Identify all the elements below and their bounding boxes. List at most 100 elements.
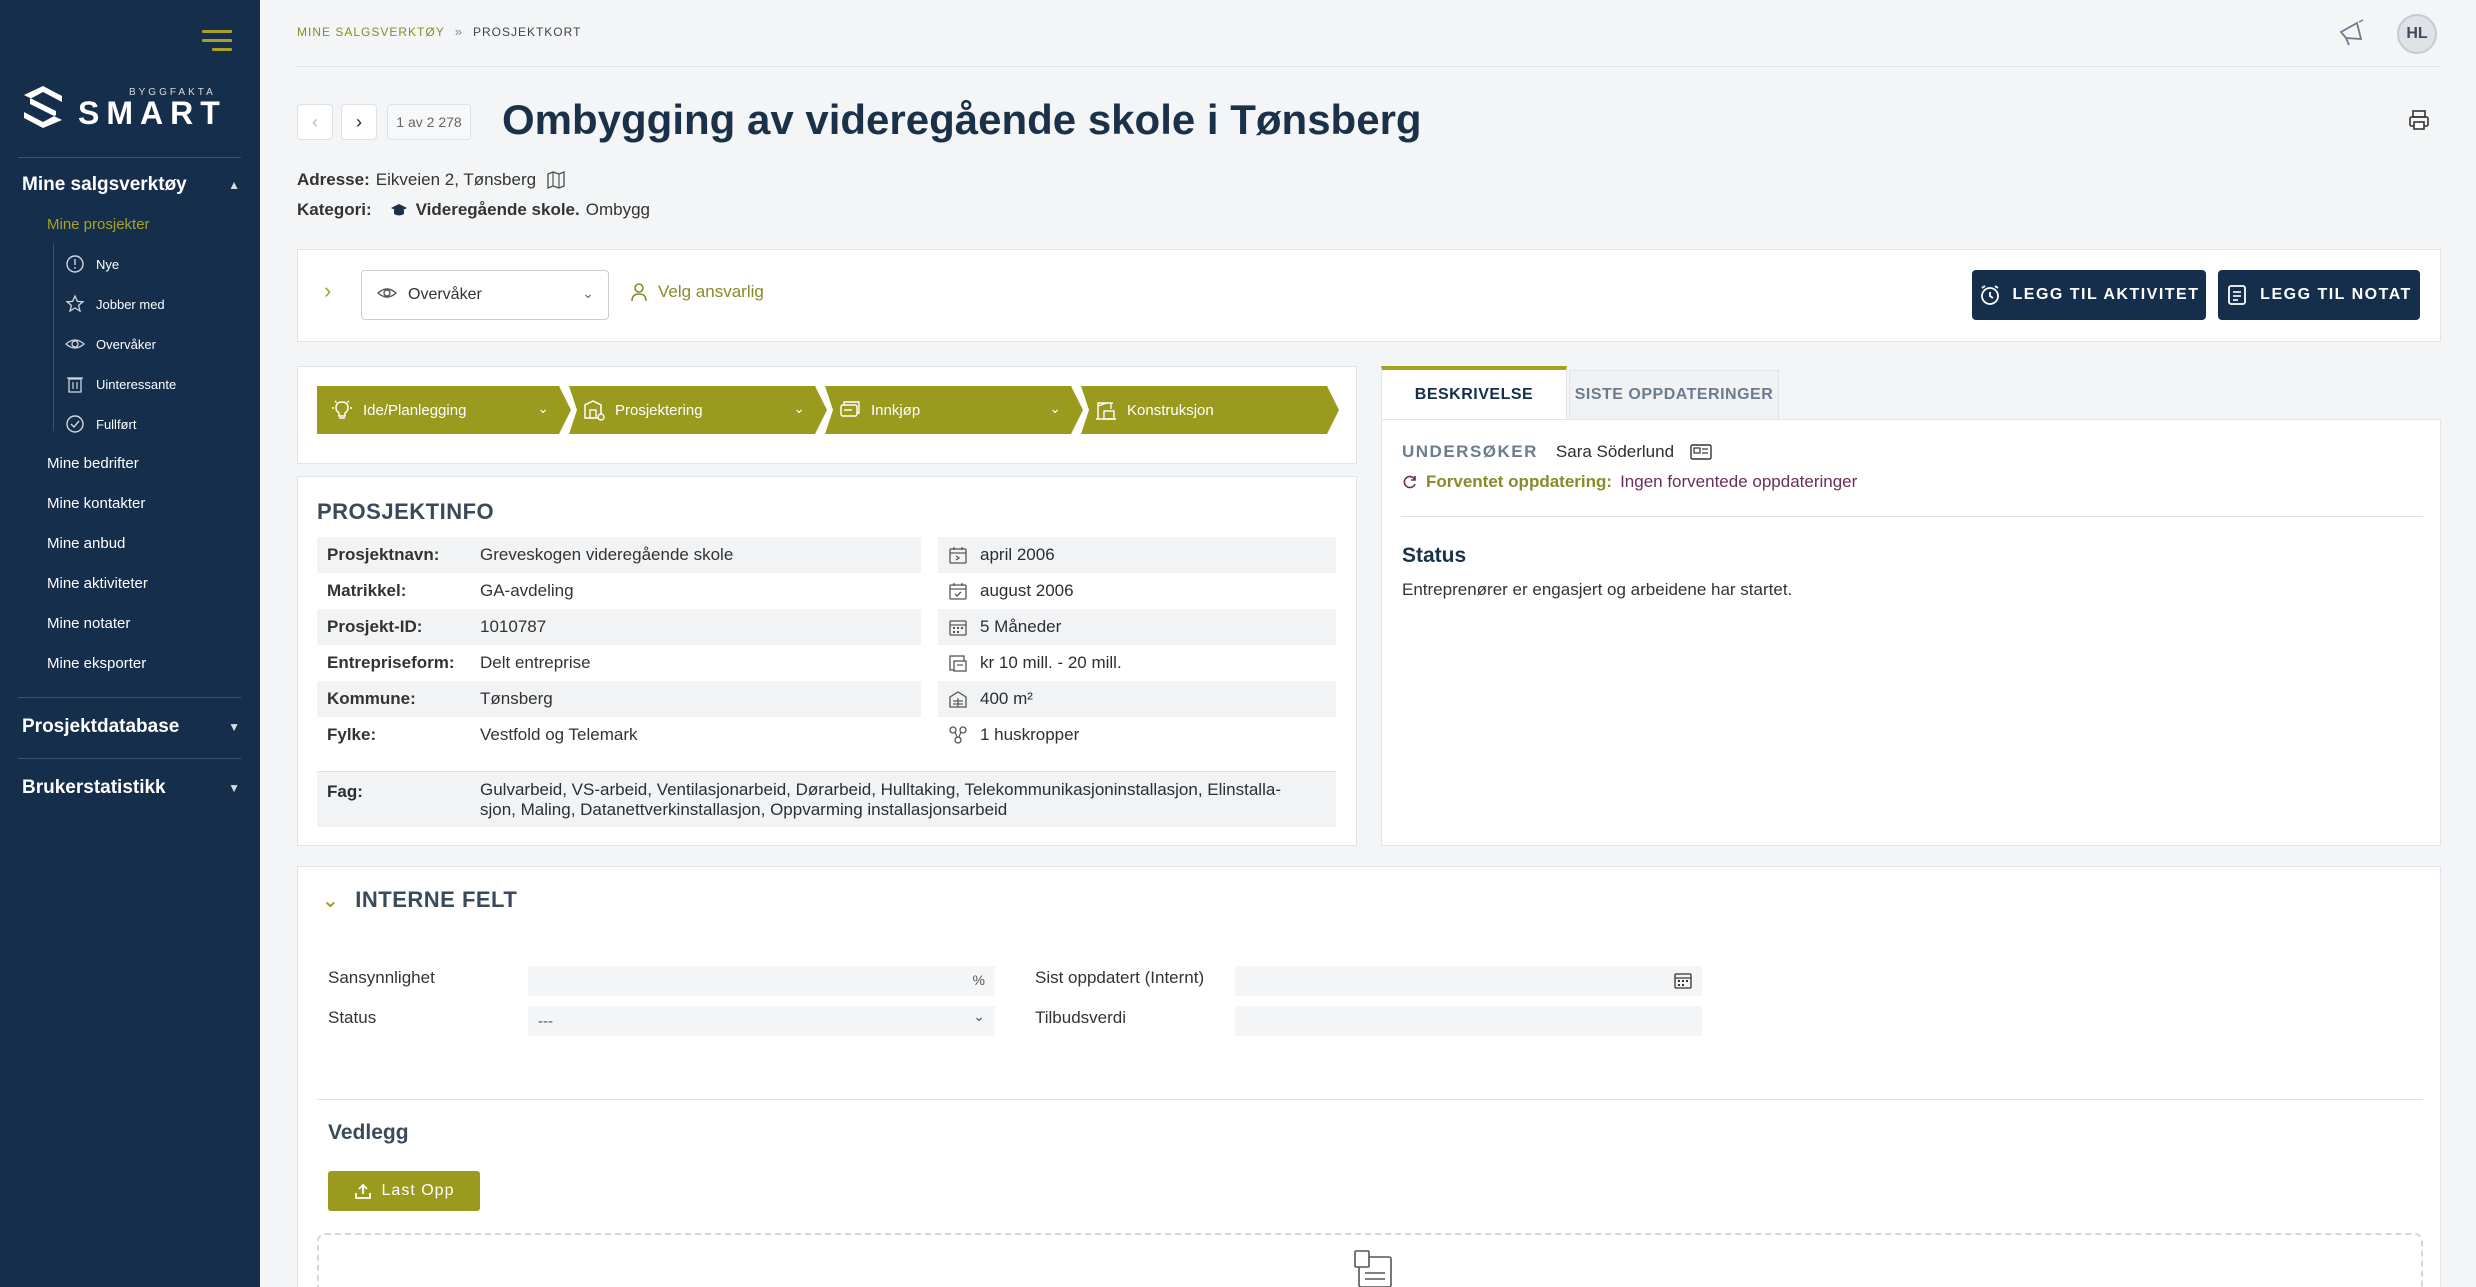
info-label: Prosjektnavn:: [327, 545, 440, 564]
breadcrumb-separator: »: [454, 24, 463, 39]
section-label: Mine salgsverktøy: [22, 174, 187, 195]
calendar-icon[interactable]: [1674, 971, 1692, 992]
chevron-down-icon: ⌄: [1049, 400, 1061, 416]
cart-icon: [839, 399, 861, 421]
info-value: april 2006: [980, 545, 1055, 564]
expected-update-label: Forventet oppdatering:: [1426, 472, 1613, 491]
investigator-name: Sara Söderlund: [1555, 442, 1675, 461]
subitem-label: Fullført: [96, 416, 137, 432]
breadcrumb-parent[interactable]: MINE SALGSVERKTØY: [297, 25, 445, 39]
breadcrumb: MINE SALGSVERKTØY » PROSJEKTKORT: [297, 24, 581, 39]
add-note-button[interactable]: LEGG TIL NOTAT: [2218, 270, 2420, 320]
info-label: Prosjekt-ID:: [327, 617, 423, 636]
sidebar-link-notater[interactable]: Mine notater: [47, 615, 130, 632]
print-icon[interactable]: [2407, 108, 2433, 134]
info-label: Fylke:: [327, 725, 377, 744]
status-select[interactable]: --- ⌄: [528, 1006, 995, 1036]
info-label: Matrikkel:: [327, 581, 407, 600]
sidebar-divider: [18, 758, 241, 759]
avatar[interactable]: HL: [2397, 14, 2437, 54]
info-value: 400 m²: [980, 689, 1033, 708]
sidebar-divider: [18, 697, 241, 698]
eye-icon: [376, 285, 398, 306]
info-label: Entrepriseform:: [327, 653, 455, 672]
sidebar-subitem-fullfort[interactable]: Fullført: [64, 413, 136, 435]
status-select-value: ---: [538, 1012, 553, 1030]
probability-label: Sansynnlighet: [328, 968, 435, 987]
refresh-icon: [1402, 474, 1418, 490]
info-area: 400 m²: [938, 681, 1336, 717]
add-activity-button[interactable]: LEGG TIL AKTIVITET: [1972, 270, 2206, 320]
document-icon: [1354, 1250, 1392, 1287]
probability-input[interactable]: %: [528, 966, 995, 996]
assign-responsible-button[interactable]: Velg ansvarlig: [630, 282, 764, 302]
chevron-down-icon: ▼: [228, 720, 240, 734]
phase-konstruksjon[interactable]: Konstruksjon: [1081, 386, 1339, 434]
next-project-button[interactable]: ›: [341, 104, 377, 140]
internal-fields-toggle[interactable]: ⌄ INTERNE FELT: [322, 887, 517, 913]
info-value: Vestfold og Telemark: [480, 725, 638, 744]
prev-project-button[interactable]: ‹: [297, 104, 333, 140]
subitem-label: Jobber med: [96, 296, 165, 312]
map-icon[interactable]: [546, 170, 566, 190]
tab-beskrivelse[interactable]: BESKRIVELSE: [1381, 366, 1567, 420]
sidebar-subitem-uinteressante[interactable]: Uinteressante: [64, 373, 176, 395]
info-buildings: 1 huskropper: [938, 717, 1336, 753]
project-info-title: PROSJEKTINFO: [317, 499, 495, 524]
sidebar-link-bedrifter[interactable]: Mine bedrifter: [47, 455, 139, 472]
alarm-clock-icon: [1980, 285, 1999, 305]
last-updated-input[interactable]: [1235, 966, 1702, 996]
attachments-title: Vedlegg: [328, 1121, 409, 1144]
category-sub: Ombygg: [585, 200, 650, 219]
phase-innkjop[interactable]: Innkjøp ⌄: [825, 386, 1083, 434]
contact-card-icon[interactable]: [1690, 443, 1712, 461]
sidebar-section-brukerstatistikk[interactable]: Brukerstatistikk ▼: [22, 777, 240, 799]
megaphone-icon[interactable]: [2337, 18, 2367, 48]
sidebar-subitem-nye[interactable]: Nye: [64, 253, 119, 275]
chevron-down-icon: ⌄: [582, 285, 594, 301]
sidebar-link-kontakter[interactable]: Mine kontakter: [47, 495, 145, 512]
graduation-cap-icon: [390, 203, 408, 217]
info-row: Entrepriseform: Delt entreprise: [317, 645, 921, 681]
project-category: Kategori: Videregående skole. Ombygg: [297, 200, 650, 220]
chevron-left-icon: ‹: [312, 111, 318, 132]
sidebar-section-prosjektdatabase[interactable]: Prosjektdatabase ▼: [22, 716, 240, 738]
internal-fields-title: INTERNE FELT: [355, 887, 518, 912]
upload-button[interactable]: Last Opp: [328, 1171, 480, 1211]
note-icon: [2228, 285, 2247, 305]
check-circle-icon: [64, 413, 86, 435]
status-title: Status: [1402, 544, 1467, 567]
sidebar-tree-line: [53, 243, 54, 431]
eye-icon: [64, 333, 86, 355]
info-value: GA-avdeling: [480, 581, 574, 600]
subitem-label: Nye: [96, 256, 120, 272]
tab-siste-oppdateringer[interactable]: SISTE OPPDATERINGER: [1569, 370, 1779, 420]
sidebar-subitem-jobber-med[interactable]: Jobber med: [64, 293, 165, 315]
chevron-right-icon[interactable]: ›: [324, 278, 331, 304]
description-panel: UNDERSØKER Sara Söderlund Forventet oppd…: [1381, 419, 2441, 846]
sidebar-link-mine-prosjekter[interactable]: Mine prosjekter: [47, 216, 150, 233]
info-fag-row: Fag: Gulvarbeid, VS-arbeid, Ventilasjona…: [317, 771, 1336, 827]
info-row: Matrikkel: GA-avdeling: [317, 573, 921, 609]
project-phases: Ide/Planlegging ⌄ Prosjektering ⌄ Innkjø…: [297, 366, 1357, 464]
sidebar-section-salgsverktoy[interactable]: Mine salgsverktøy ▲: [22, 174, 240, 196]
brand-logo[interactable]: BYGGFAKTA SMART: [22, 84, 227, 130]
chevron-down-icon: ⌄: [537, 400, 549, 416]
area-icon: [949, 691, 967, 708]
watch-status-select[interactable]: Overvåker ⌄: [361, 270, 609, 320]
sidebar: BYGGFAKTA SMART Mine salgsverktøy ▲ Mine…: [0, 0, 260, 1287]
crane-icon: [1095, 399, 1117, 421]
chevron-down-icon: ⌄: [793, 400, 805, 416]
last-updated-label: Sist oppdatert (Internt): [1035, 968, 1205, 987]
offer-value-input[interactable]: [1235, 1006, 1702, 1036]
file-dropzone[interactable]: [317, 1233, 2423, 1287]
phase-ide-planlegging[interactable]: Ide/Planlegging ⌄: [317, 386, 571, 434]
sidebar-subitem-overvaker[interactable]: Overvåker: [64, 333, 156, 355]
sidebar-link-aktiviteter[interactable]: Mine aktiviteter: [47, 575, 148, 592]
phase-prosjektering[interactable]: Prosjektering ⌄: [569, 386, 827, 434]
sidebar-link-anbud[interactable]: Mine anbud: [47, 535, 125, 552]
hamburger-menu-icon[interactable]: [202, 30, 232, 52]
phase-label: Prosjektering: [615, 401, 703, 419]
sidebar-link-eksporter[interactable]: Mine eksporter: [47, 655, 146, 672]
offer-value-label: Tilbudsverdi: [1035, 1008, 1127, 1027]
